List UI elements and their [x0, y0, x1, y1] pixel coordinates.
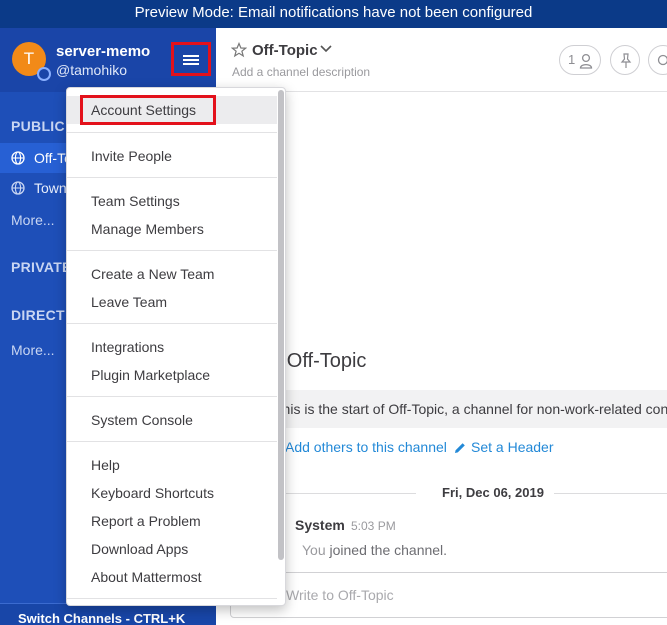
status-icon[interactable]	[37, 67, 51, 81]
menu-item-report-problem[interactable]: Report a Problem	[67, 507, 277, 535]
pinned-posts-button[interactable]	[610, 45, 640, 75]
public-more-link[interactable]: More...	[11, 212, 55, 228]
search-icon	[657, 54, 667, 66]
sidebar-header: T server-memo @tamohiko	[0, 28, 216, 92]
menu-item-invite-people[interactable]: Invite People	[67, 142, 277, 170]
divider	[67, 132, 277, 133]
divider	[67, 598, 277, 599]
divider	[554, 493, 667, 494]
search-button[interactable]	[648, 45, 667, 75]
menu-item-team-settings[interactable]: Team Settings	[67, 187, 277, 215]
post-message-prefix: You	[302, 542, 326, 558]
star-icon[interactable]	[231, 42, 247, 58]
main-menu-dropdown: Account Settings Invite People Team Sett…	[66, 87, 286, 606]
team-name: server-memo	[56, 43, 151, 60]
post-message-text: joined the channel.	[329, 542, 448, 558]
direct-more-link[interactable]: More...	[11, 342, 55, 358]
divider	[67, 323, 277, 324]
pin-icon	[620, 53, 632, 68]
date-label: Fri, Dec 06, 2019	[436, 485, 550, 500]
menu-scrollbar[interactable]	[278, 90, 284, 560]
chevron-down-icon[interactable]	[320, 44, 332, 54]
post-message: You joined the channel.	[302, 542, 447, 558]
hamburger-icon	[183, 55, 199, 57]
channel-name[interactable]: Off-Topic	[252, 42, 318, 59]
menu-item-account-settings[interactable]: Account Settings	[80, 95, 216, 125]
menu-item-integrations[interactable]: Integrations	[67, 333, 277, 361]
divider	[67, 441, 277, 442]
menu-item-help[interactable]: Help	[67, 451, 277, 479]
member-count: 1	[568, 52, 576, 67]
username: @tamohiko	[56, 62, 128, 78]
menu-item-leave-team[interactable]: Leave Team	[67, 288, 277, 316]
menu-item-keyboard-shortcuts[interactable]: Keyboard Shortcuts	[67, 479, 277, 507]
switch-channels-button[interactable]: Switch Channels - CTRL+K	[0, 603, 216, 625]
set-header-link[interactable]: Set a Header	[471, 439, 554, 455]
main-menu-button[interactable]	[171, 42, 211, 76]
menu-item-plugin-marketplace[interactable]: Plugin Marketplace	[67, 361, 277, 389]
divider	[67, 396, 277, 397]
divider	[67, 177, 277, 178]
post-timestamp[interactable]: 5:03 PM	[351, 519, 396, 533]
member-icon	[579, 53, 593, 69]
divider	[67, 250, 277, 251]
menu-item-about[interactable]: About Mattermost	[67, 563, 277, 591]
menu-item-create-team[interactable]: Create a New Team	[67, 260, 277, 288]
globe-icon	[11, 151, 25, 165]
post-username[interactable]: System	[295, 517, 345, 533]
pencil-icon	[455, 443, 465, 453]
preview-mode-banner: Preview Mode: Email notifications have n…	[0, 0, 667, 28]
member-list-button[interactable]: 1	[559, 45, 601, 75]
private-channels-heading[interactable]: PRIVATE	[11, 259, 72, 275]
menu-item-manage-members[interactable]: Manage Members	[67, 215, 277, 243]
globe-icon	[11, 181, 25, 195]
message-input[interactable]: Write to Off-Topic	[230, 572, 667, 618]
menu-item-system-console[interactable]: System Console	[67, 406, 277, 434]
menu-item-download-apps[interactable]: Download Apps	[67, 535, 277, 563]
channel-description[interactable]: Add a channel description	[232, 65, 370, 79]
add-others-link[interactable]: Add others to this channel	[285, 439, 447, 455]
channel-header: Off-Topic Add a channel description 1	[216, 28, 667, 92]
